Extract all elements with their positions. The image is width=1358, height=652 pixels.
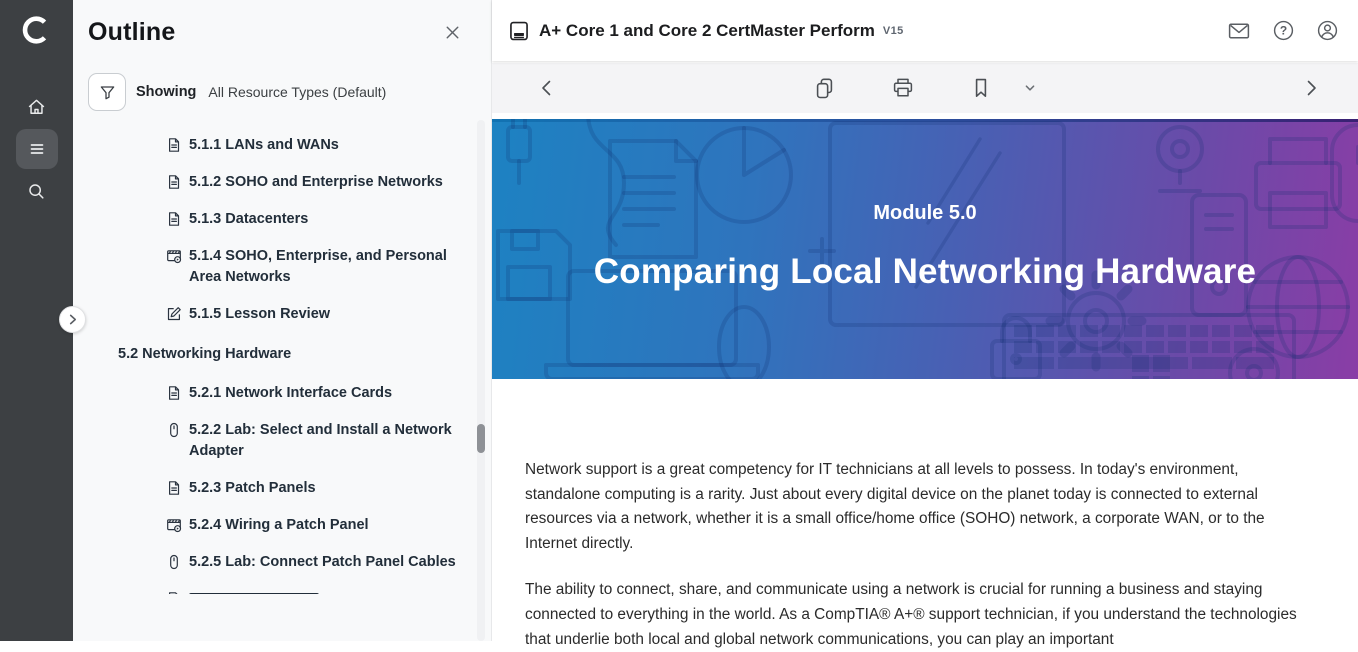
account-button[interactable] bbox=[1314, 17, 1341, 44]
outline-item-label: 5.2.3 Patch Panels bbox=[189, 478, 316, 499]
outline-panel: Outline Showing All Resource Types (Defa… bbox=[73, 0, 492, 641]
outline-list: 5.1.1 LANs and WANs 5.1.2 SOHO and Enter… bbox=[73, 135, 491, 594]
lab-icon bbox=[166, 422, 182, 438]
comptia-logo bbox=[19, 12, 55, 48]
bookmark-icon bbox=[970, 77, 992, 99]
outline-item-label: 5.1.1 LANs and WANs bbox=[189, 135, 339, 156]
toolbar bbox=[492, 63, 1358, 113]
outline-item-label: 5.1.5 Lesson Review bbox=[189, 304, 330, 325]
outline-item[interactable]: 5.1.4 SOHO, Enterprise, and Personal Are… bbox=[166, 246, 461, 288]
outline-item[interactable]: 5.2.3 Patch Panels bbox=[166, 478, 461, 499]
close-icon bbox=[442, 22, 463, 43]
document-icon bbox=[166, 211, 182, 227]
messages-button[interactable] bbox=[1225, 17, 1253, 45]
account-icon bbox=[1316, 19, 1339, 42]
outline-item[interactable]: 5.1.3 Datacenters bbox=[166, 209, 461, 230]
outline-item-label: 5.2.2 Lab: Select and Install a Network … bbox=[189, 420, 461, 462]
outline-item-label: 5.1.2 SOHO and Enterprise Networks bbox=[189, 172, 443, 193]
filter-value: All Resource Types (Default) bbox=[208, 84, 386, 100]
outline-item-label: 5.2.5 Lab: Connect Patch Panel Cables bbox=[189, 552, 456, 573]
home-button[interactable] bbox=[16, 87, 58, 127]
outline-item[interactable]: 5.2.2 Lab: Select and Install a Network … bbox=[166, 420, 461, 462]
lesson-paragraph: Network support is a great competency fo… bbox=[525, 458, 1315, 556]
outline-item[interactable]: 5.2.5 Lab: Connect Patch Panel Cables bbox=[166, 552, 461, 573]
previous-page-button[interactable] bbox=[534, 74, 560, 102]
next-page-button[interactable] bbox=[1298, 74, 1324, 102]
panel-scrollbar-thumb[interactable] bbox=[477, 424, 485, 453]
filter-row: Showing All Resource Types (Default) bbox=[88, 73, 467, 111]
tech-pattern-decoration bbox=[492, 119, 1358, 379]
chevron-right-icon bbox=[67, 314, 78, 325]
svg-text:?: ? bbox=[1280, 24, 1287, 38]
module-number: Module 5.0 bbox=[492, 202, 1358, 225]
course-version: V15 bbox=[883, 25, 904, 37]
outline-item-label: 5.2.4 Wiring a Patch Panel bbox=[189, 515, 369, 536]
home-icon bbox=[26, 97, 47, 118]
search-button[interactable] bbox=[16, 171, 58, 211]
course-title: A+ Core 1 and Core 2 CertMaster Perform bbox=[539, 21, 875, 41]
print-button[interactable] bbox=[887, 72, 919, 104]
expand-panel-button[interactable] bbox=[59, 306, 86, 333]
module-title: Comparing Local Networking Hardware bbox=[492, 252, 1358, 292]
filter-label: Showing bbox=[136, 84, 196, 100]
document-icon bbox=[166, 174, 182, 190]
outline-item[interactable]: 5.2.4 Wiring a Patch Panel bbox=[166, 515, 461, 536]
filter-icon bbox=[99, 84, 116, 101]
chevron-right-icon bbox=[1302, 78, 1320, 98]
outline-title: Outline bbox=[88, 18, 176, 47]
outline-item-label: 5.1.4 SOHO, Enterprise, and Personal Are… bbox=[189, 246, 461, 288]
outline-item[interactable]: 5.1.2 SOHO and Enterprise Networks bbox=[166, 172, 461, 193]
bookmark-button[interactable] bbox=[966, 73, 996, 103]
outline-item-label bbox=[189, 593, 319, 594]
help-icon: ? bbox=[1272, 19, 1295, 42]
document-icon bbox=[166, 591, 182, 594]
lab-icon bbox=[166, 554, 182, 570]
chevron-left-icon bbox=[538, 78, 556, 98]
course-book-icon bbox=[508, 20, 530, 42]
outline-section-label: 5.2 Networking Hardware bbox=[118, 344, 291, 365]
outline-item[interactable]: 5.2.1 Network Interface Cards bbox=[166, 383, 461, 404]
close-panel-button[interactable] bbox=[438, 18, 467, 47]
outline-item[interactable]: 5.1.5 Lesson Review bbox=[166, 304, 461, 325]
document-icon bbox=[166, 137, 182, 153]
outline-item-label: 5.1.3 Datacenters bbox=[189, 209, 308, 230]
mail-icon bbox=[1227, 19, 1251, 43]
video-icon bbox=[166, 517, 182, 533]
menu-icon bbox=[27, 139, 47, 159]
copy-button[interactable] bbox=[809, 73, 840, 104]
main-content: A+ Core 1 and Core 2 CertMaster Perform … bbox=[492, 0, 1358, 641]
video-icon bbox=[166, 248, 182, 264]
outline-item-label: 5.2.1 Network Interface Cards bbox=[189, 383, 392, 404]
search-icon bbox=[26, 181, 47, 202]
help-button[interactable]: ? bbox=[1270, 17, 1297, 44]
filter-button[interactable] bbox=[88, 73, 126, 111]
module-banner: Module 5.0 Comparing Local Networking Ha… bbox=[492, 119, 1358, 379]
outline-menu-button[interactable] bbox=[16, 129, 58, 169]
course-header: A+ Core 1 and Core 2 CertMaster Perform … bbox=[492, 0, 1358, 61]
panel-scrollbar-track[interactable] bbox=[477, 120, 485, 641]
copy-icon bbox=[813, 77, 836, 100]
document-icon bbox=[166, 480, 182, 496]
caret-down-icon bbox=[1023, 81, 1037, 95]
lesson-content: Network support is a great competency fo… bbox=[492, 379, 1358, 652]
document-icon bbox=[166, 385, 182, 401]
outline-item-partial[interactable] bbox=[166, 589, 461, 594]
edit-icon bbox=[166, 306, 182, 322]
print-icon bbox=[891, 76, 915, 100]
outline-item[interactable]: 5.1.1 LANs and WANs bbox=[166, 135, 461, 156]
outline-section[interactable]: 5.2 Networking Hardware bbox=[118, 344, 461, 365]
bookmark-menu-button[interactable] bbox=[1019, 77, 1041, 99]
